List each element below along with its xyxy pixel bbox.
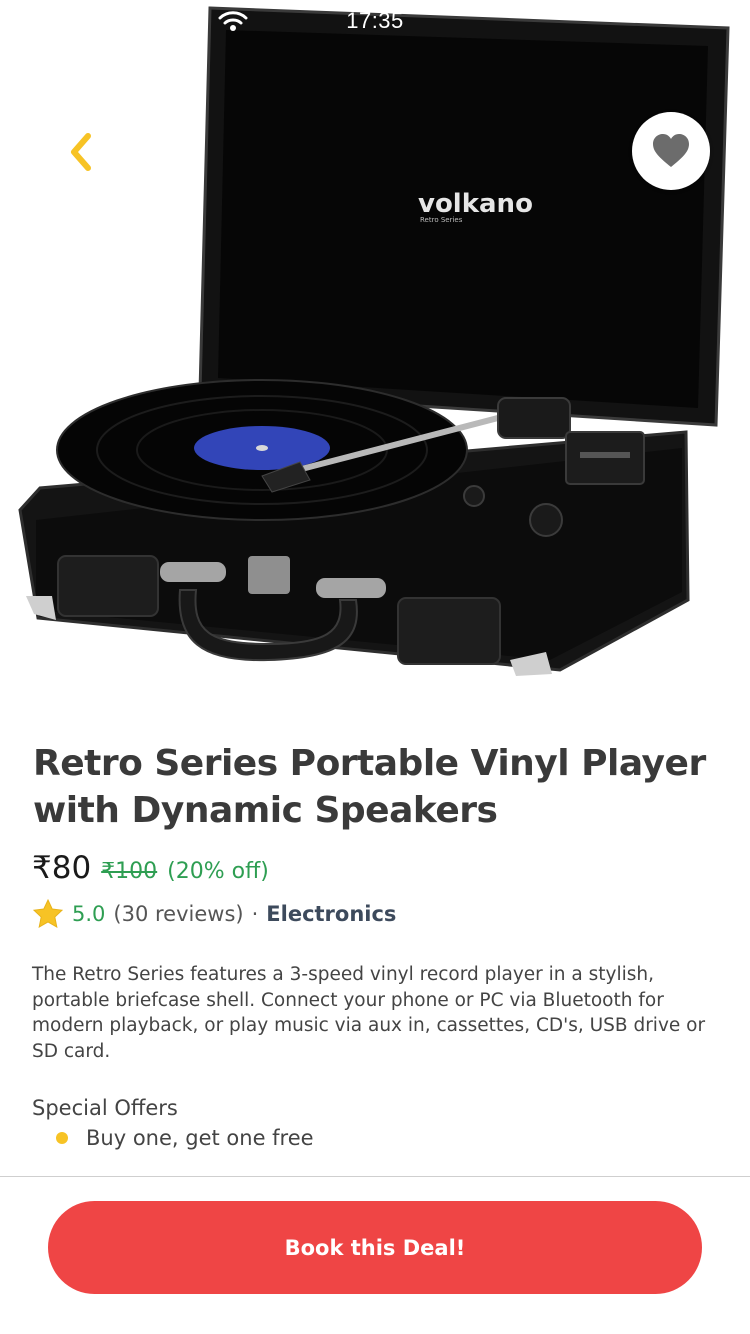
product-description: The Retro Series features a 3-speed viny…	[32, 964, 706, 1062]
current-price: ₹80	[32, 850, 92, 886]
heart-icon	[653, 134, 689, 167]
book-deal-button[interactable]: Book this Deal!	[48, 1201, 702, 1294]
status-bar: 17:35	[0, 0, 750, 40]
offer-item: Buy one, get one free	[56, 1126, 314, 1150]
brand-logo: volkano	[418, 189, 533, 219]
favorite-button[interactable]	[632, 112, 710, 190]
offers-heading: Special Offers	[32, 1096, 178, 1120]
product-title: Retro Series Portable Vinyl Player with …	[33, 743, 706, 831]
review-count: (30 reviews)	[113, 902, 244, 926]
offer-text: Buy one, get one free	[86, 1126, 314, 1150]
star-icon	[32, 898, 64, 928]
bullet-icon	[56, 1132, 68, 1144]
original-price: ₹100	[101, 859, 158, 884]
divider	[0, 1176, 750, 1177]
chevron-left-icon	[71, 133, 91, 171]
category-link[interactable]: Electronics	[266, 902, 396, 926]
price-row: ₹80 ₹100 (20% off)	[32, 850, 269, 886]
rating-row: 5.0 (30 reviews) · Electronics	[32, 898, 396, 930]
separator: ·	[251, 902, 259, 926]
product-image: volkano Retro Series	[0, 0, 750, 690]
status-time: 17:35	[346, 8, 404, 33]
discount-label: (20% off)	[167, 859, 269, 884]
rating-value: 5.0	[72, 902, 106, 926]
back-button[interactable]	[52, 122, 108, 182]
brand-sub: Retro Series	[420, 216, 463, 224]
vinyl-player-image: volkano Retro Series	[18, 6, 730, 676]
